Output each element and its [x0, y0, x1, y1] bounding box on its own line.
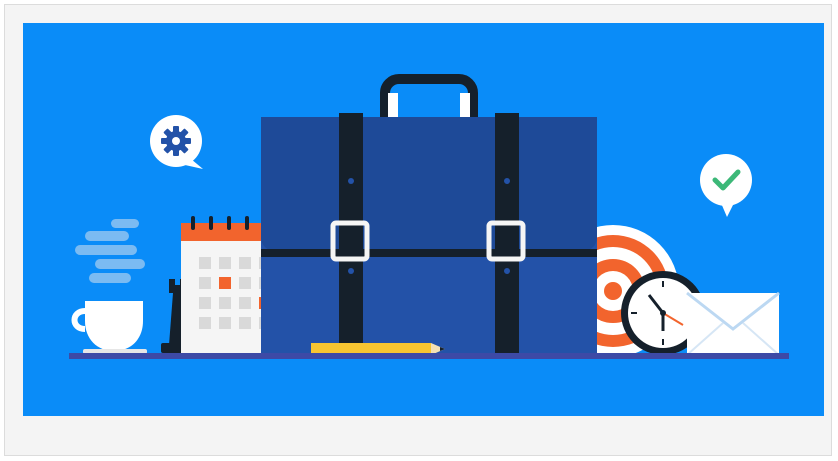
- briefcase-icon: [261, 74, 597, 357]
- illustration-canvas: [23, 23, 824, 416]
- envelope-icon: [686, 291, 780, 356]
- shelf-line: [69, 353, 789, 359]
- image-card: [4, 4, 832, 456]
- illustration-banner: [23, 23, 824, 416]
